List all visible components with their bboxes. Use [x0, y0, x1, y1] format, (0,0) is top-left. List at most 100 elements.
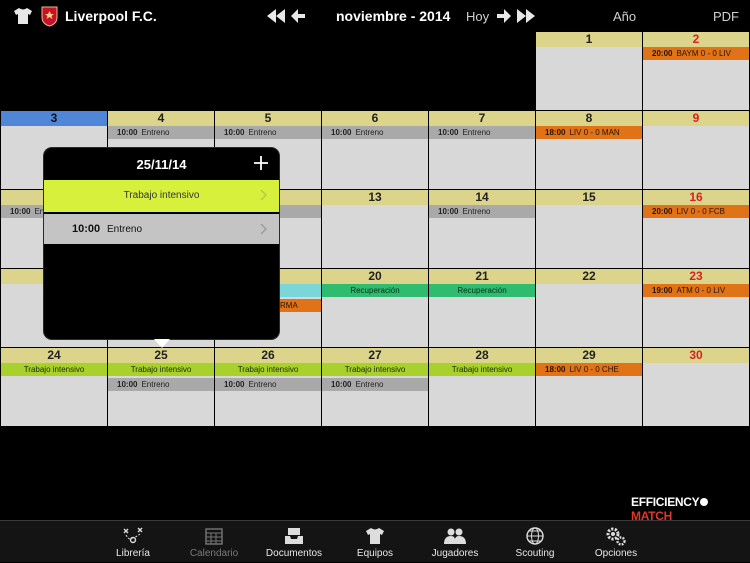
day-number: 3 [1, 111, 107, 126]
year-view-button[interactable]: Año [613, 9, 636, 24]
intensive-event[interactable]: Trabajo intensivo [429, 363, 535, 376]
training-event[interactable]: 10:00 Entreno [108, 378, 214, 391]
day-cell-20[interactable]: 20 Recuperación [322, 269, 428, 347]
popup-event-intensive[interactable]: Trabajo intensivo [44, 180, 279, 212]
event-title: ATM 0 - 0 LIV [676, 286, 726, 295]
tactics-icon [123, 527, 143, 544]
shirt-icon [366, 528, 384, 544]
previous-month-icon[interactable] [290, 6, 306, 26]
tab-documentos[interactable]: Documentos [266, 521, 322, 563]
event-time: 10:00 [331, 380, 352, 389]
event-title: Trabajo intensivo [23, 365, 85, 374]
tab-scouting[interactable]: Scouting [515, 521, 555, 563]
plus-icon[interactable] [251, 153, 271, 173]
globe-icon [526, 527, 544, 545]
intensive-event[interactable]: Trabajo intensivo [108, 363, 214, 376]
event-time: 20:00 [652, 207, 673, 216]
tab-label: Jugadores [431, 548, 479, 559]
training-event[interactable]: 10:00 Entreno [215, 378, 321, 391]
event-time: 10:00 [117, 380, 138, 389]
event-title: Trabajo intensivo [344, 365, 406, 374]
last-month-icon[interactable] [515, 6, 537, 26]
recovery-event[interactable]: Recuperación [322, 284, 428, 297]
event-title: Trabajo intensivo [237, 365, 299, 374]
tab-calendario[interactable]: Calendario [190, 521, 238, 563]
training-event[interactable]: 10:00 Entreno [429, 205, 535, 218]
event-time: 18:00 [545, 365, 566, 374]
team-name: Liverpool F.C. [65, 8, 157, 24]
day-cell-6[interactable]: 6 10:00 Entreno [322, 111, 428, 189]
event-title: LIV 0 - 0 MAN [569, 128, 620, 137]
training-event[interactable]: 10:00 Entreno [215, 126, 321, 139]
first-month-icon[interactable] [265, 6, 287, 26]
day-number: 21 [429, 269, 535, 284]
intensive-event[interactable]: Trabajo intensivo [215, 363, 321, 376]
training-event[interactable]: 10:00 Entreno [429, 126, 535, 139]
event-time: 18:00 [545, 128, 566, 137]
event-title: Entreno [141, 128, 170, 137]
day-cell-7[interactable]: 7 10:00 Entreno [429, 111, 535, 189]
training-event[interactable]: 10:00 Entreno [322, 126, 428, 139]
event-time: 10:00 [72, 223, 101, 235]
day-cell-25[interactable]: 25 Trabajo intensivo 10:00 Entreno [108, 348, 214, 426]
match-event[interactable]: 20:00 LIV 0 - 0 FCB [643, 205, 749, 218]
match-event[interactable]: 19:00 ATM 0 - 0 LIV [643, 284, 749, 297]
match-event[interactable]: 18:00 LIV 0 - 0 MAN [536, 126, 642, 139]
day-number: 28 [429, 348, 535, 363]
training-event[interactable]: 10:00 Entreno [108, 126, 214, 139]
day-cell-22[interactable]: 22 [536, 269, 642, 347]
day-cell-26[interactable]: 26 Trabajo intensivo 10:00 Entreno [215, 348, 321, 426]
day-cell-1[interactable]: 1 [536, 32, 642, 110]
tab-label: Librería [116, 548, 150, 559]
tab-label: Scouting [515, 548, 555, 559]
day-number: 27 [322, 348, 428, 363]
event-title: En [34, 207, 45, 216]
day-cell-13[interactable]: 13 [322, 190, 428, 268]
day-cell-28[interactable]: 28 Trabajo intensivo [429, 348, 535, 426]
match-event[interactable]: 20:00 BAYM 0 - 0 LIV [643, 47, 749, 60]
next-month-icon[interactable] [496, 6, 512, 26]
tab-libreria[interactable]: Librería [113, 521, 153, 563]
day-cell-2[interactable]: 2 20:00 BAYM 0 - 0 LIV [643, 32, 749, 110]
shirt-icon[interactable] [13, 7, 33, 25]
day-cell-16[interactable]: 16 20:00 LIV 0 - 0 FCB [643, 190, 749, 268]
document-tray-icon [285, 528, 303, 544]
day-cell-23[interactable]: 23 19:00 ATM 0 - 0 LIV [643, 269, 749, 347]
match-event[interactable]: 18:00 LIV 0 - 0 CHE [536, 363, 642, 376]
popup-event-training[interactable]: 10:00 Entreno [44, 214, 279, 244]
pdf-button[interactable]: PDF [713, 9, 739, 24]
day-cell-30[interactable]: 30 [643, 348, 749, 426]
tab-jugadores[interactable]: Jugadores [432, 521, 478, 563]
day-cell-15[interactable]: 15 [536, 190, 642, 268]
day-number: 22 [536, 269, 642, 284]
intensive-event[interactable]: Trabajo intensivo [322, 363, 428, 376]
tab-opciones[interactable]: Opciones [595, 521, 637, 563]
day-cell-8[interactable]: 8 18:00 LIV 0 - 0 MAN [536, 111, 642, 189]
day-number: 14 [429, 190, 535, 205]
event-time: 10:00 [331, 128, 352, 137]
day-cell-14[interactable]: 14 10:00 Entreno [429, 190, 535, 268]
event-time: 10:00 [117, 128, 138, 137]
day-cell-9[interactable]: 9 [643, 111, 749, 189]
tab-bar: Librería Calendario Documentos Equipos J… [0, 520, 750, 562]
day-cell-24[interactable]: 24 Trabajo intensivo [1, 348, 107, 426]
today-button[interactable]: Hoy [466, 9, 489, 24]
intensive-event[interactable]: Trabajo intensivo [1, 363, 107, 376]
day-number: 15 [536, 190, 642, 205]
day-cell-29[interactable]: 29 18:00 LIV 0 - 0 CHE [536, 348, 642, 426]
popup-pointer [154, 339, 170, 348]
day-number: 2 [643, 32, 749, 47]
tab-label: Documentos [265, 548, 323, 559]
chevron-right-icon [260, 223, 268, 235]
day-cell-27[interactable]: 27 Trabajo intensivo 10:00 Entreno [322, 348, 428, 426]
recovery-event[interactable]: Recuperación [429, 284, 535, 297]
top-bar: Liverpool F.C. noviembre - 2014 Hoy Año … [0, 0, 750, 32]
event-title: Entreno [355, 128, 384, 137]
day-number: 23 [643, 269, 749, 284]
day-number: 13 [322, 190, 428, 205]
tab-label: Opciones [594, 548, 638, 559]
training-event[interactable]: 10:00 Entreno [322, 378, 428, 391]
event-title: Trabajo intensivo [130, 365, 192, 374]
day-cell-21[interactable]: 21 Recuperación [429, 269, 535, 347]
tab-equipos[interactable]: Equipos [355, 521, 395, 563]
